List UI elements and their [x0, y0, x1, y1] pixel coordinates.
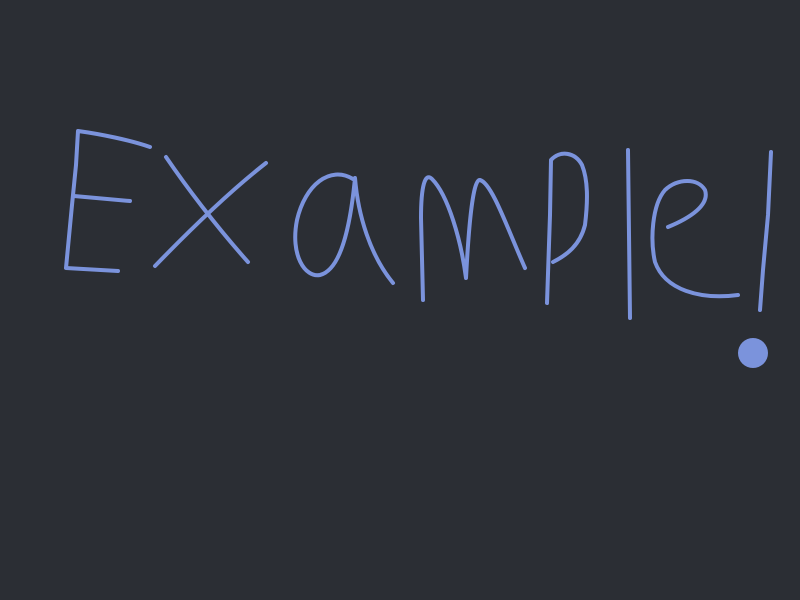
stroke-letter-m: [419, 175, 527, 302]
exclamation-dot: [738, 338, 768, 368]
drawing-canvas[interactable]: [0, 0, 800, 600]
stroke-letter-e-lower: [650, 179, 740, 299]
stroke-letter-l: [626, 148, 632, 320]
ink-strokes: [64, 129, 773, 320]
stroke-letter-a: [293, 172, 395, 285]
handwritten-text-drawing: [64, 129, 773, 368]
stroke-letter-p: [545, 151, 589, 305]
stroke-exclamation: [758, 150, 773, 312]
stroke-letter-x-1: [164, 155, 250, 264]
stroke-letter-e: [64, 129, 152, 273]
